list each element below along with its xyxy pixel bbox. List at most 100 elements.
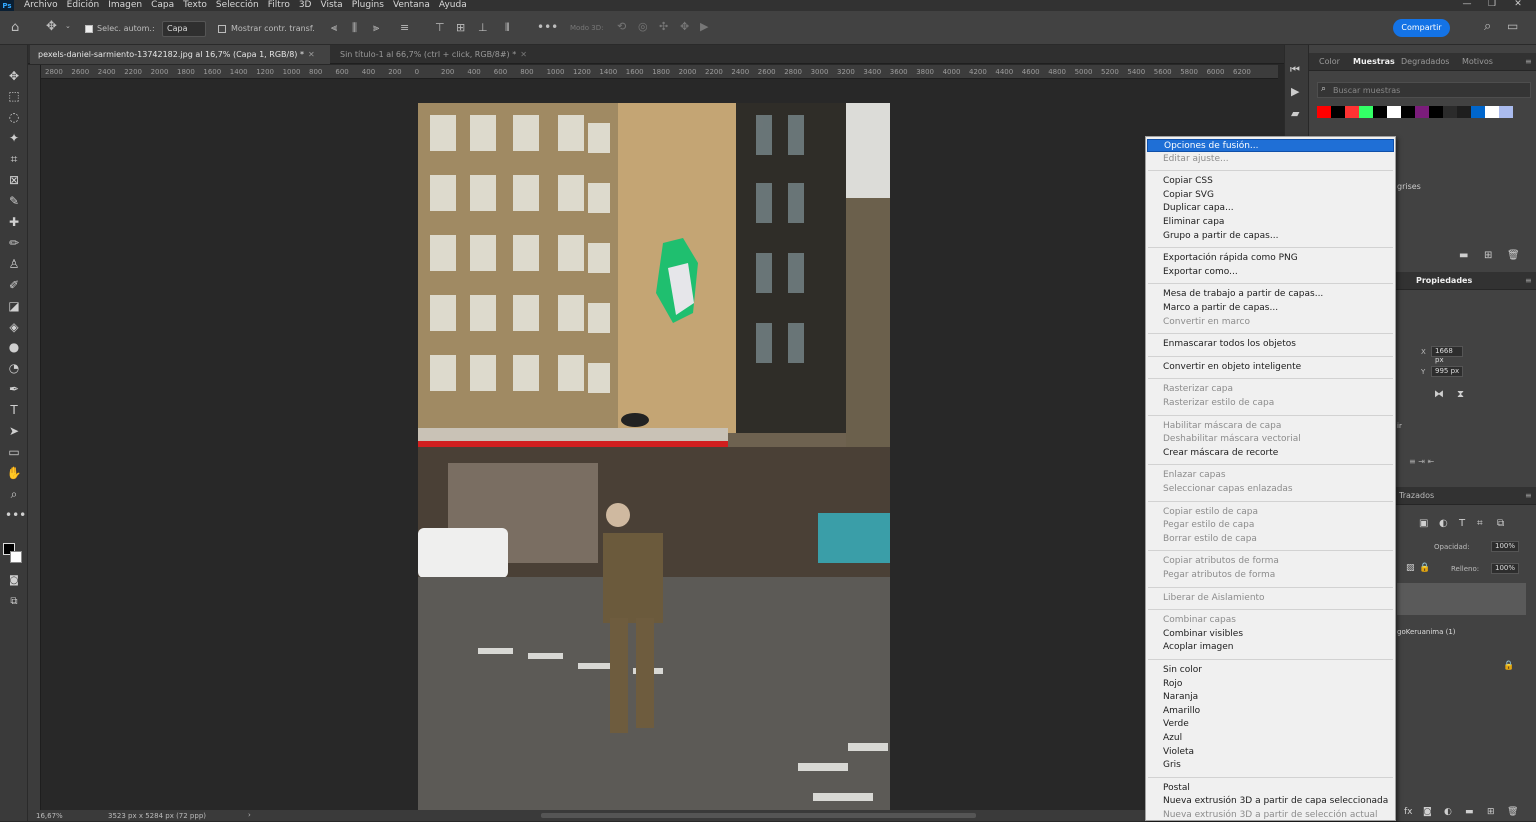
distribute-icon[interactable]: ≡ (400, 21, 409, 34)
context-menu-item[interactable]: Amarillo (1163, 705, 1200, 718)
type-filter-icon[interactable]: T (1459, 518, 1465, 529)
tab-document-1[interactable]: pexels-daniel-sarmiento-13742182.jpg al … (30, 45, 330, 64)
context-menu-item[interactable]: Eliminar capa (1163, 216, 1224, 229)
color-swatch[interactable] (1415, 106, 1429, 118)
new-swatch-icon[interactable]: ⊞ (1484, 250, 1492, 261)
fx-icon[interactable]: fx (1404, 807, 1413, 817)
swatch-group-label[interactable]: grises (1397, 182, 1421, 191)
share-button[interactable]: Compartir (1393, 19, 1450, 37)
align-left-icon[interactable]: ⫷ (331, 21, 337, 35)
lock-icon[interactable]: 🔒 (1419, 563, 1430, 573)
menu-vista[interactable]: Vista (320, 0, 342, 11)
context-menu-item[interactable]: Marco a partir de capas... (1163, 302, 1278, 315)
adjustment-filter-icon[interactable]: ◐ (1439, 518, 1448, 529)
panel-menu-icon[interactable]: ≡ (1525, 272, 1532, 290)
context-menu-item[interactable]: Copiar SVG (1163, 189, 1214, 202)
context-menu-item[interactable]: Exportar como... (1163, 266, 1238, 279)
menu-edicion[interactable]: Edición (67, 0, 100, 11)
context-menu-item[interactable]: Opciones de fusión... (1147, 139, 1394, 152)
color-swatch[interactable] (1387, 106, 1401, 118)
context-menu-item[interactable]: Violeta (1163, 746, 1194, 759)
roll-3d-icon[interactable]: ◎ (638, 20, 648, 33)
color-swatch[interactable] (1457, 106, 1471, 118)
zoom-level[interactable]: 16,67% (36, 812, 63, 820)
eraser-tool-icon[interactable]: ◪ (5, 297, 23, 315)
brush-tool-icon[interactable]: ✏ (5, 234, 23, 252)
distribute-vertical-icon[interactable]: ⫴ (505, 21, 510, 35)
crop-tool-icon[interactable]: ⌗ (5, 150, 23, 168)
auto-select-checkbox[interactable] (85, 25, 93, 33)
quick-mask-icon[interactable]: ◙ (5, 572, 23, 590)
tab-trazados[interactable]: Trazados (1399, 487, 1434, 505)
layer-row-selected[interactable] (1397, 583, 1526, 615)
context-menu-item[interactable]: Naranja (1163, 691, 1198, 704)
group-folder-icon[interactable]: ▬ (1465, 807, 1474, 817)
color-swatch[interactable] (1471, 106, 1485, 118)
tab-document-2[interactable]: Sin título-1 al 66,7% (ctrl + click, RGB… (332, 45, 572, 64)
lock-transparency-icon[interactable]: ▨ (1406, 563, 1415, 573)
delete-layer-icon[interactable]: 🗑 (1507, 807, 1518, 817)
align-middle-icon[interactable]: ⊞ (456, 21, 465, 34)
color-swatch[interactable] (1359, 106, 1373, 118)
menu-capa[interactable]: Capa (151, 0, 174, 11)
history-icon[interactable]: ⏮ (1290, 63, 1300, 77)
image-filter-icon[interactable]: ▣ (1419, 518, 1428, 529)
background-color-swatch[interactable] (10, 551, 22, 563)
screen-mode-icon[interactable]: ⧉ (5, 593, 23, 611)
folder-icon[interactable]: ▬ (1459, 250, 1468, 261)
context-menu-item[interactable]: Combinar visibles (1163, 628, 1243, 641)
color-swatch[interactable] (1317, 106, 1331, 118)
tab-color[interactable]: Color (1319, 53, 1340, 71)
context-menu-item[interactable]: Duplicar capa... (1163, 202, 1234, 215)
opacity-field[interactable]: 100% (1491, 541, 1519, 552)
tab-propiedades[interactable]: Propiedades (1416, 272, 1472, 290)
camera-3d-icon[interactable]: ▶ (700, 20, 708, 33)
lasso-tool-icon[interactable]: ◌ (5, 108, 23, 126)
layer-select-dropdown[interactable]: Capa (162, 21, 206, 37)
flip-horizontal-icon[interactable]: ⧓ (1434, 389, 1444, 400)
panel-menu-icon[interactable]: ≡ (1525, 53, 1532, 71)
pan-3d-icon[interactable]: ✣ (659, 20, 668, 33)
color-swatch[interactable] (1429, 106, 1443, 118)
context-menu-item[interactable]: Copiar CSS (1163, 175, 1213, 188)
chevron-right-icon[interactable]: › (248, 811, 251, 819)
history-brush-tool-icon[interactable]: ✐ (5, 276, 23, 294)
rectangle-tool-icon[interactable]: ▭ (5, 443, 23, 461)
color-swatch[interactable] (1401, 106, 1415, 118)
home-icon[interactable]: ⌂ (11, 20, 19, 35)
context-menu-item[interactable]: Rojo (1163, 678, 1182, 691)
context-menu-item[interactable]: Mesa de trabajo a partir de capas... (1163, 288, 1323, 301)
context-menu-item[interactable]: Nueva extrusión 3D a partir de capa sele… (1163, 795, 1388, 808)
hand-tool-icon[interactable]: ✋ (5, 464, 23, 482)
menu-3d[interactable]: 3D (299, 0, 312, 11)
comments-icon[interactable]: ▰ (1291, 107, 1299, 120)
horizontal-scrollbar[interactable] (541, 813, 976, 818)
color-swatch[interactable] (1373, 106, 1387, 118)
menu-imagen[interactable]: Imagen (108, 0, 142, 11)
y-position-field[interactable]: 995 px (1431, 366, 1463, 377)
slide-3d-icon[interactable]: ✥ (680, 20, 689, 33)
tab-motivos[interactable]: Motivos (1462, 53, 1493, 71)
eyedropper-tool-icon[interactable]: ✎ (5, 192, 23, 210)
more-options-icon[interactable]: ••• (537, 20, 558, 34)
menu-filtro[interactable]: Filtro (268, 0, 290, 11)
zoom-tool-icon[interactable]: ⌕ (5, 485, 23, 503)
path-selection-tool-icon[interactable]: ➤ (5, 422, 23, 440)
magic-wand-tool-icon[interactable]: ✦ (5, 129, 23, 147)
pen-tool-icon[interactable]: ✒ (5, 380, 23, 398)
menu-plugins[interactable]: Plugins (352, 0, 384, 11)
workspace-icon[interactable]: ▭ (1507, 19, 1518, 33)
swatch-search-input[interactable]: ⌕ Buscar muestras (1317, 82, 1531, 98)
menu-seleccion[interactable]: Selección (216, 0, 259, 11)
chevron-down-icon[interactable]: ⌄ (65, 22, 71, 30)
align-icons[interactable]: ≡ ⇥ ⇤ (1409, 457, 1434, 466)
menu-ayuda[interactable]: Ayuda (439, 0, 467, 11)
close-icon[interactable]: ✕ (308, 50, 315, 59)
shape-filter-icon[interactable]: ⌗ (1477, 518, 1483, 529)
context-menu-item[interactable]: Grupo a partir de capas... (1163, 230, 1278, 243)
clone-stamp-tool-icon[interactable]: ♙ (5, 255, 23, 273)
marquee-tool-icon[interactable]: ⬚ (5, 87, 23, 105)
layer-row[interactable]: goKeruanima (1) (1397, 618, 1526, 648)
color-swatch[interactable] (1331, 106, 1345, 118)
panel-menu-icon[interactable]: ≡ (1525, 487, 1532, 505)
